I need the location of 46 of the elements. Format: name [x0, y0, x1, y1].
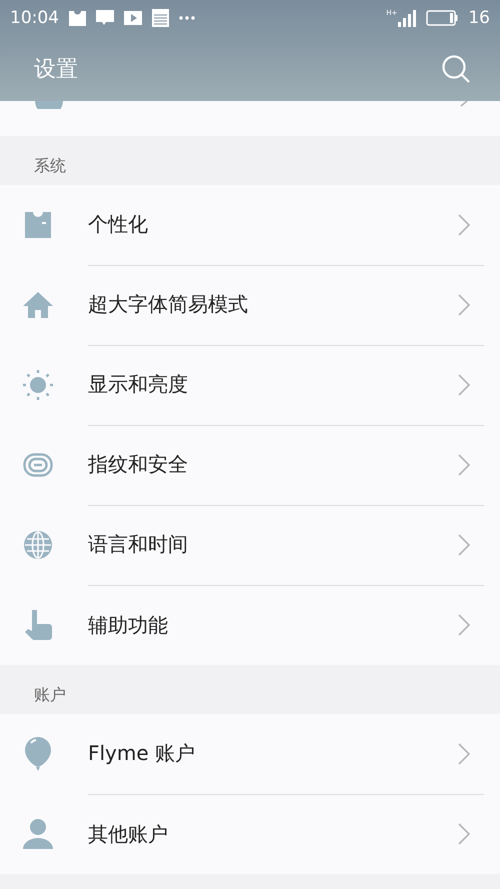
person-icon: [23, 819, 53, 849]
globe-icon: [24, 531, 52, 559]
chevron-right-icon: [460, 101, 468, 107]
fingerprint-icon: [23, 453, 53, 477]
chevron-right-icon: [458, 294, 470, 316]
news-icon: [152, 9, 169, 27]
settings-item[interactable]: 指纹和安全: [0, 425, 500, 505]
item-label: 显示和亮度: [88, 371, 188, 398]
settings-item[interactable]: 显示和亮度: [0, 345, 500, 425]
item-label: Flyme 账户: [88, 740, 196, 767]
balloon-icon: [24, 737, 52, 771]
page-title: 设置: [34, 56, 78, 84]
settings-item[interactable]: 超大字体简易模式: [0, 265, 500, 345]
settings-item[interactable]: 语言和时间: [0, 505, 500, 585]
settings-item[interactable]: 辅助功能: [0, 585, 500, 665]
hand-icon: [24, 610, 52, 640]
chevron-right-icon: [458, 614, 470, 636]
mail-icon: [69, 10, 86, 26]
chevron-right-icon: [458, 454, 470, 476]
chevron-right-icon: [458, 823, 470, 845]
signal-icon: [398, 10, 416, 26]
shirt-icon: [24, 212, 52, 238]
settings-item[interactable]: 其他账户: [0, 794, 500, 874]
chevron-right-icon: [458, 742, 470, 764]
battery-icon: [426, 10, 458, 26]
sun-icon: [22, 369, 54, 401]
item-label: 辅助功能: [88, 612, 168, 638]
item-label: 语言和时间: [88, 531, 188, 558]
more-icon: [179, 16, 195, 20]
item-label: 其他账户: [88, 820, 168, 848]
chevron-right-icon: [458, 534, 470, 556]
search-icon[interactable]: [442, 54, 470, 82]
chat-icon: [96, 10, 114, 26]
settings-item[interactable]: 个性化: [0, 185, 500, 265]
section-header: 系统: [34, 156, 66, 177]
play-icon: [124, 11, 142, 25]
item-label: 指纹和安全: [88, 451, 188, 478]
section-header: 账户: [34, 685, 66, 706]
settings-item[interactable]: Flyme 账户: [0, 714, 500, 794]
chevron-right-icon: [458, 374, 470, 396]
battery-percent: 16: [468, 8, 490, 28]
status-time: 10:04: [10, 8, 59, 28]
item-label: 个性化: [88, 211, 148, 238]
chevron-right-icon: [458, 214, 470, 236]
home-icon: [23, 292, 53, 318]
item-label: 超大字体简易模式: [88, 291, 248, 318]
